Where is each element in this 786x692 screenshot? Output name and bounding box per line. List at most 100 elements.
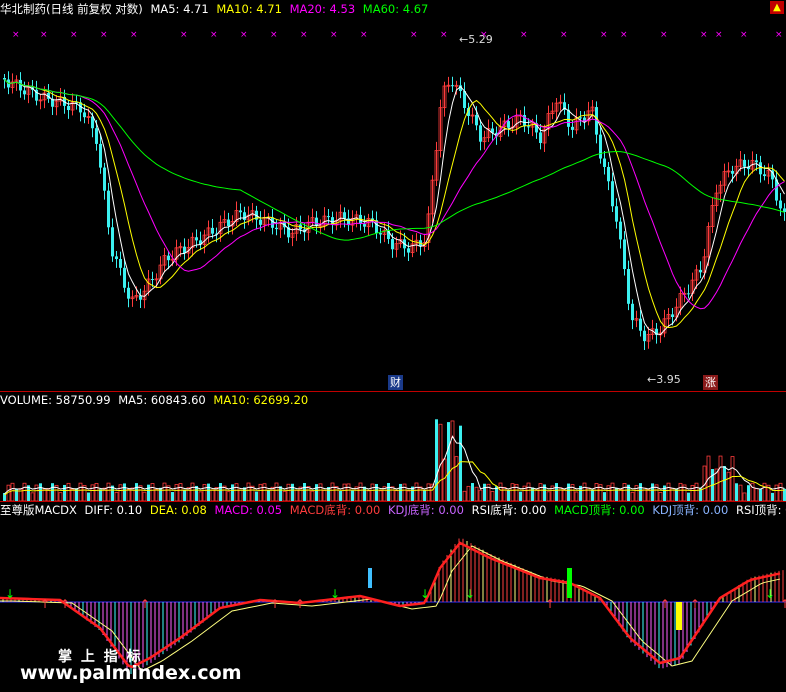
watermark-url: www.palmindex.com — [20, 662, 242, 684]
candle-body — [567, 109, 570, 127]
volume-bar — [142, 491, 147, 501]
volume-bar — [246, 482, 251, 501]
volume-bar — [723, 466, 726, 501]
arrow-mark: ↑ — [660, 597, 670, 611]
volume-bar — [106, 482, 111, 501]
highlight-bar — [368, 568, 372, 588]
signal-x-mark: × — [100, 30, 108, 40]
ma20-value: MA20: 4.53 — [289, 2, 356, 16]
panel-toggle-icon[interactable]: ▲ — [770, 1, 784, 14]
volume-bar — [447, 422, 450, 501]
volume-ma-lines — [4, 435, 785, 496]
volume-bar — [346, 483, 351, 501]
volume-bar — [591, 489, 594, 501]
candle-body — [607, 166, 610, 182]
signal-x-mark: × — [240, 30, 248, 40]
volume-bar — [738, 484, 743, 501]
volume-bar — [190, 482, 195, 501]
candle-body — [779, 200, 782, 209]
volume-bar — [154, 489, 159, 501]
volume-bar — [510, 483, 515, 501]
signal-x-mark: × — [775, 30, 783, 40]
candle-body — [743, 159, 746, 167]
signal-x-mark: × — [700, 30, 708, 40]
candle-body — [115, 256, 118, 260]
volume-bar — [279, 486, 282, 501]
volume-bar — [666, 482, 671, 501]
volume-bar — [202, 484, 207, 501]
volume-ma5-line — [4, 435, 785, 495]
volume-bar — [231, 484, 234, 501]
volume-bar — [771, 492, 774, 501]
volume-bar — [759, 488, 762, 501]
volume-bar — [135, 483, 138, 501]
volume-bar — [366, 490, 371, 501]
limit-up-marker[interactable]: 涨 — [703, 375, 718, 390]
volume-bar — [342, 483, 347, 501]
candle-body — [643, 330, 646, 342]
signal-marks: × × × × × × × × × × × × × × × × × × × × × × × × — [12, 30, 783, 40]
signal-x-mark: × — [410, 30, 418, 40]
volume-bar — [34, 484, 39, 501]
volume-bar — [267, 490, 270, 501]
volume-bar — [210, 489, 215, 501]
volume-bar — [498, 482, 503, 501]
ma5-value: MA5: 4.71 — [150, 2, 209, 16]
volume-bar — [258, 483, 263, 501]
volume-bar — [519, 491, 522, 501]
volume-bar — [123, 483, 126, 501]
volume-bar — [363, 486, 366, 501]
volume-bar — [214, 487, 219, 501]
finance-marker[interactable]: 财 — [388, 375, 403, 390]
volume-bar — [118, 484, 123, 501]
candle-body — [327, 216, 330, 218]
highlight-bar — [676, 602, 682, 630]
candle-body — [195, 237, 198, 241]
volume-bar — [243, 487, 246, 501]
volume-bar — [490, 491, 495, 501]
volume-bar — [582, 482, 587, 501]
candle-body — [243, 212, 246, 220]
volume-bar — [426, 483, 431, 501]
volume-bar — [255, 491, 258, 501]
volume-bar — [162, 482, 167, 501]
volume-bar — [294, 489, 299, 501]
volume-bar — [694, 482, 699, 501]
volume-value: VOLUME: 58750.99 — [0, 393, 111, 407]
arrow-mark: ↑ — [60, 597, 70, 611]
volume-bar — [370, 483, 375, 501]
candlesticks — [3, 71, 786, 351]
macd-header: 至尊版MACDX DIFF: 0.10 DEA: 0.08 MACD: 0.05… — [0, 502, 786, 518]
volume-bar — [418, 486, 423, 501]
signal-x-mark: × — [440, 30, 448, 40]
price-header: 华北制药(日线 前复权 对数) MA5: 4.71 MA10: 4.71 MA2… — [0, 1, 432, 17]
candle-body — [603, 158, 606, 167]
signal-x-mark: × — [70, 30, 78, 40]
volume-bar — [378, 490, 383, 501]
ma5-line — [4, 79, 785, 335]
macd-value: MACD: 0.05 — [214, 503, 283, 517]
volume-bar — [114, 491, 119, 501]
arrow-mark: ↑ — [780, 597, 786, 611]
volume-bar — [502, 486, 507, 501]
volume-bar — [639, 483, 642, 501]
arrow-mark: ↓ — [5, 587, 15, 601]
volume-bar — [726, 471, 731, 501]
signal-x-mark: × — [180, 30, 188, 40]
volume-bar — [339, 490, 342, 501]
volume-bar — [186, 487, 191, 501]
macd-bottom-div: MACD底背: 0.00 — [289, 503, 381, 517]
volume-bar — [651, 483, 654, 501]
ma60-value: MA60: 4.67 — [362, 2, 429, 16]
candle-body — [671, 314, 674, 317]
candle-body — [631, 303, 634, 321]
arrow-mark: ↑ — [140, 597, 150, 611]
low-price-label: ←3.95 — [647, 373, 681, 386]
price-chart[interactable]: × × × × × × × × × × × × × × × × × × × × × × × × — [0, 18, 786, 390]
volume-bar — [303, 483, 306, 501]
candle-body — [167, 255, 170, 261]
volume-bar — [478, 489, 483, 501]
volume-ma5: MA5: 60843.60 — [118, 393, 206, 407]
candle-body — [3, 78, 6, 80]
volume-chart[interactable] — [0, 408, 786, 501]
